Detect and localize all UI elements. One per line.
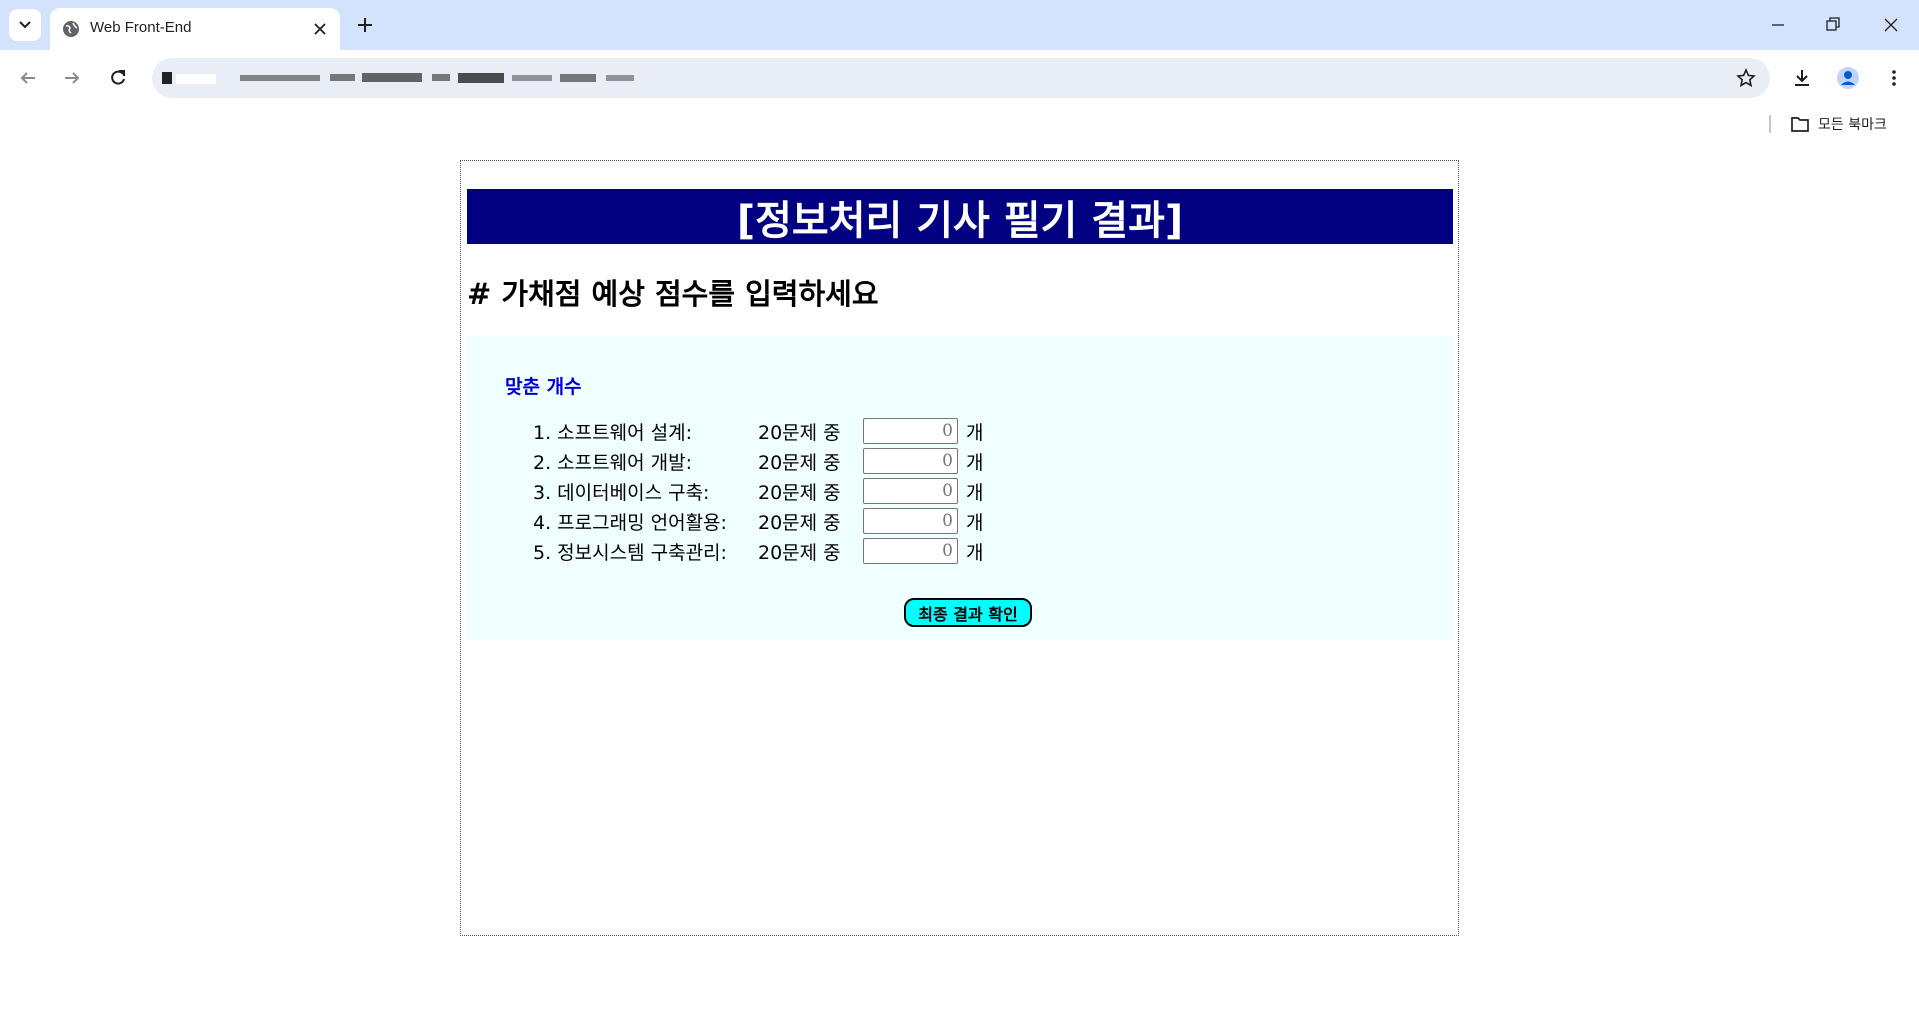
more-menu-icon	[1892, 70, 1896, 86]
download-icon	[1795, 70, 1809, 86]
folder-icon	[1791, 117, 1809, 132]
question-count-text: 20문제 중	[758, 451, 841, 474]
bookmarks-divider	[1769, 115, 1771, 133]
browser-menu-button[interactable]	[1880, 64, 1908, 92]
back-button[interactable]	[14, 64, 42, 92]
url-text-redacted	[162, 72, 634, 84]
score-input-3[interactable]	[863, 478, 958, 504]
unit-label: 개	[966, 511, 984, 534]
close-icon[interactable]	[312, 21, 328, 37]
score-row: 5. 정보시스템 구축관리: 20문제 중 개	[533, 536, 983, 566]
bookmarks-bar: 모든 북마크	[0, 106, 1919, 142]
question-count-text: 20문제 중	[758, 481, 841, 504]
page-subtitle: # 가채점 예상 점수를 입력하세요	[467, 277, 879, 311]
minimize-icon[interactable]	[1768, 15, 1788, 35]
profile-icon	[1837, 67, 1859, 89]
active-tab[interactable]: Web Front-End	[50, 8, 340, 50]
forward-button[interactable]	[58, 64, 86, 92]
score-row: 1. 소프트웨어 설계: 20문제 중 개	[533, 416, 983, 446]
unit-label: 개	[966, 451, 984, 474]
page-container: [정보처리 기사 필기 결과] # 가채점 예상 점수를 입력하세요 맞춘 개수…	[460, 160, 1459, 936]
profile-button[interactable]	[1834, 64, 1862, 92]
section-label: 맞춘 개수	[505, 376, 582, 398]
forward-arrow-icon	[65, 72, 80, 84]
reload-button[interactable]	[104, 64, 132, 92]
window-close-icon[interactable]	[1881, 15, 1901, 35]
unit-label: 개	[966, 421, 984, 444]
page-title: [정보처리 기사 필기 결과]	[467, 189, 1453, 244]
browser-toolbar	[0, 50, 1919, 106]
score-row: 2. 소프트웨어 개발: 20문제 중 개	[533, 446, 983, 476]
downloads-button[interactable]	[1788, 64, 1816, 92]
score-input-4[interactable]	[863, 508, 958, 534]
subject-label: 5. 정보시스템 구축관리:	[533, 541, 727, 564]
back-arrow-icon	[20, 72, 35, 84]
question-count-text: 20문제 중	[758, 421, 841, 444]
score-form-panel: 맞춘 개수 1. 소프트웨어 설계: 20문제 중 개 2. 소프트웨어 개발:…	[467, 336, 1453, 640]
score-input-5[interactable]	[863, 538, 958, 564]
restore-icon[interactable]	[1823, 15, 1843, 35]
reload-icon	[111, 70, 125, 85]
all-bookmarks-button[interactable]: 모든 북마크	[1790, 114, 1887, 134]
final-result-button[interactable]: 최종 결과 확인	[904, 598, 1032, 627]
globe-icon	[63, 21, 79, 37]
unit-label: 개	[966, 481, 984, 504]
subject-label: 1. 소프트웨어 설계:	[533, 421, 692, 444]
score-input-1[interactable]	[863, 418, 958, 444]
subject-label: 2. 소프트웨어 개발:	[533, 451, 692, 474]
all-bookmarks-label: 모든 북마크	[1818, 117, 1887, 133]
subject-label: 4. 프로그래밍 언어활용:	[533, 511, 727, 534]
tab-search-icon	[19, 21, 31, 29]
unit-label: 개	[966, 541, 984, 564]
address-bar[interactable]	[152, 58, 1770, 98]
tab-title: Web Front-End	[90, 19, 192, 36]
tab-strip: Web Front-End	[0, 0, 1919, 50]
tab-search-button[interactable]	[9, 9, 41, 41]
score-row: 4. 프로그래밍 언어활용: 20문제 중 개	[533, 506, 983, 536]
subject-label: 3. 데이터베이스 구축:	[533, 481, 710, 504]
question-count-text: 20문제 중	[758, 511, 841, 534]
star-icon[interactable]	[1736, 68, 1756, 88]
score-input-2[interactable]	[863, 448, 958, 474]
score-row: 3. 데이터베이스 구축: 20문제 중 개	[533, 476, 983, 506]
question-count-text: 20문제 중	[758, 541, 841, 564]
plus-icon[interactable]	[355, 15, 375, 35]
